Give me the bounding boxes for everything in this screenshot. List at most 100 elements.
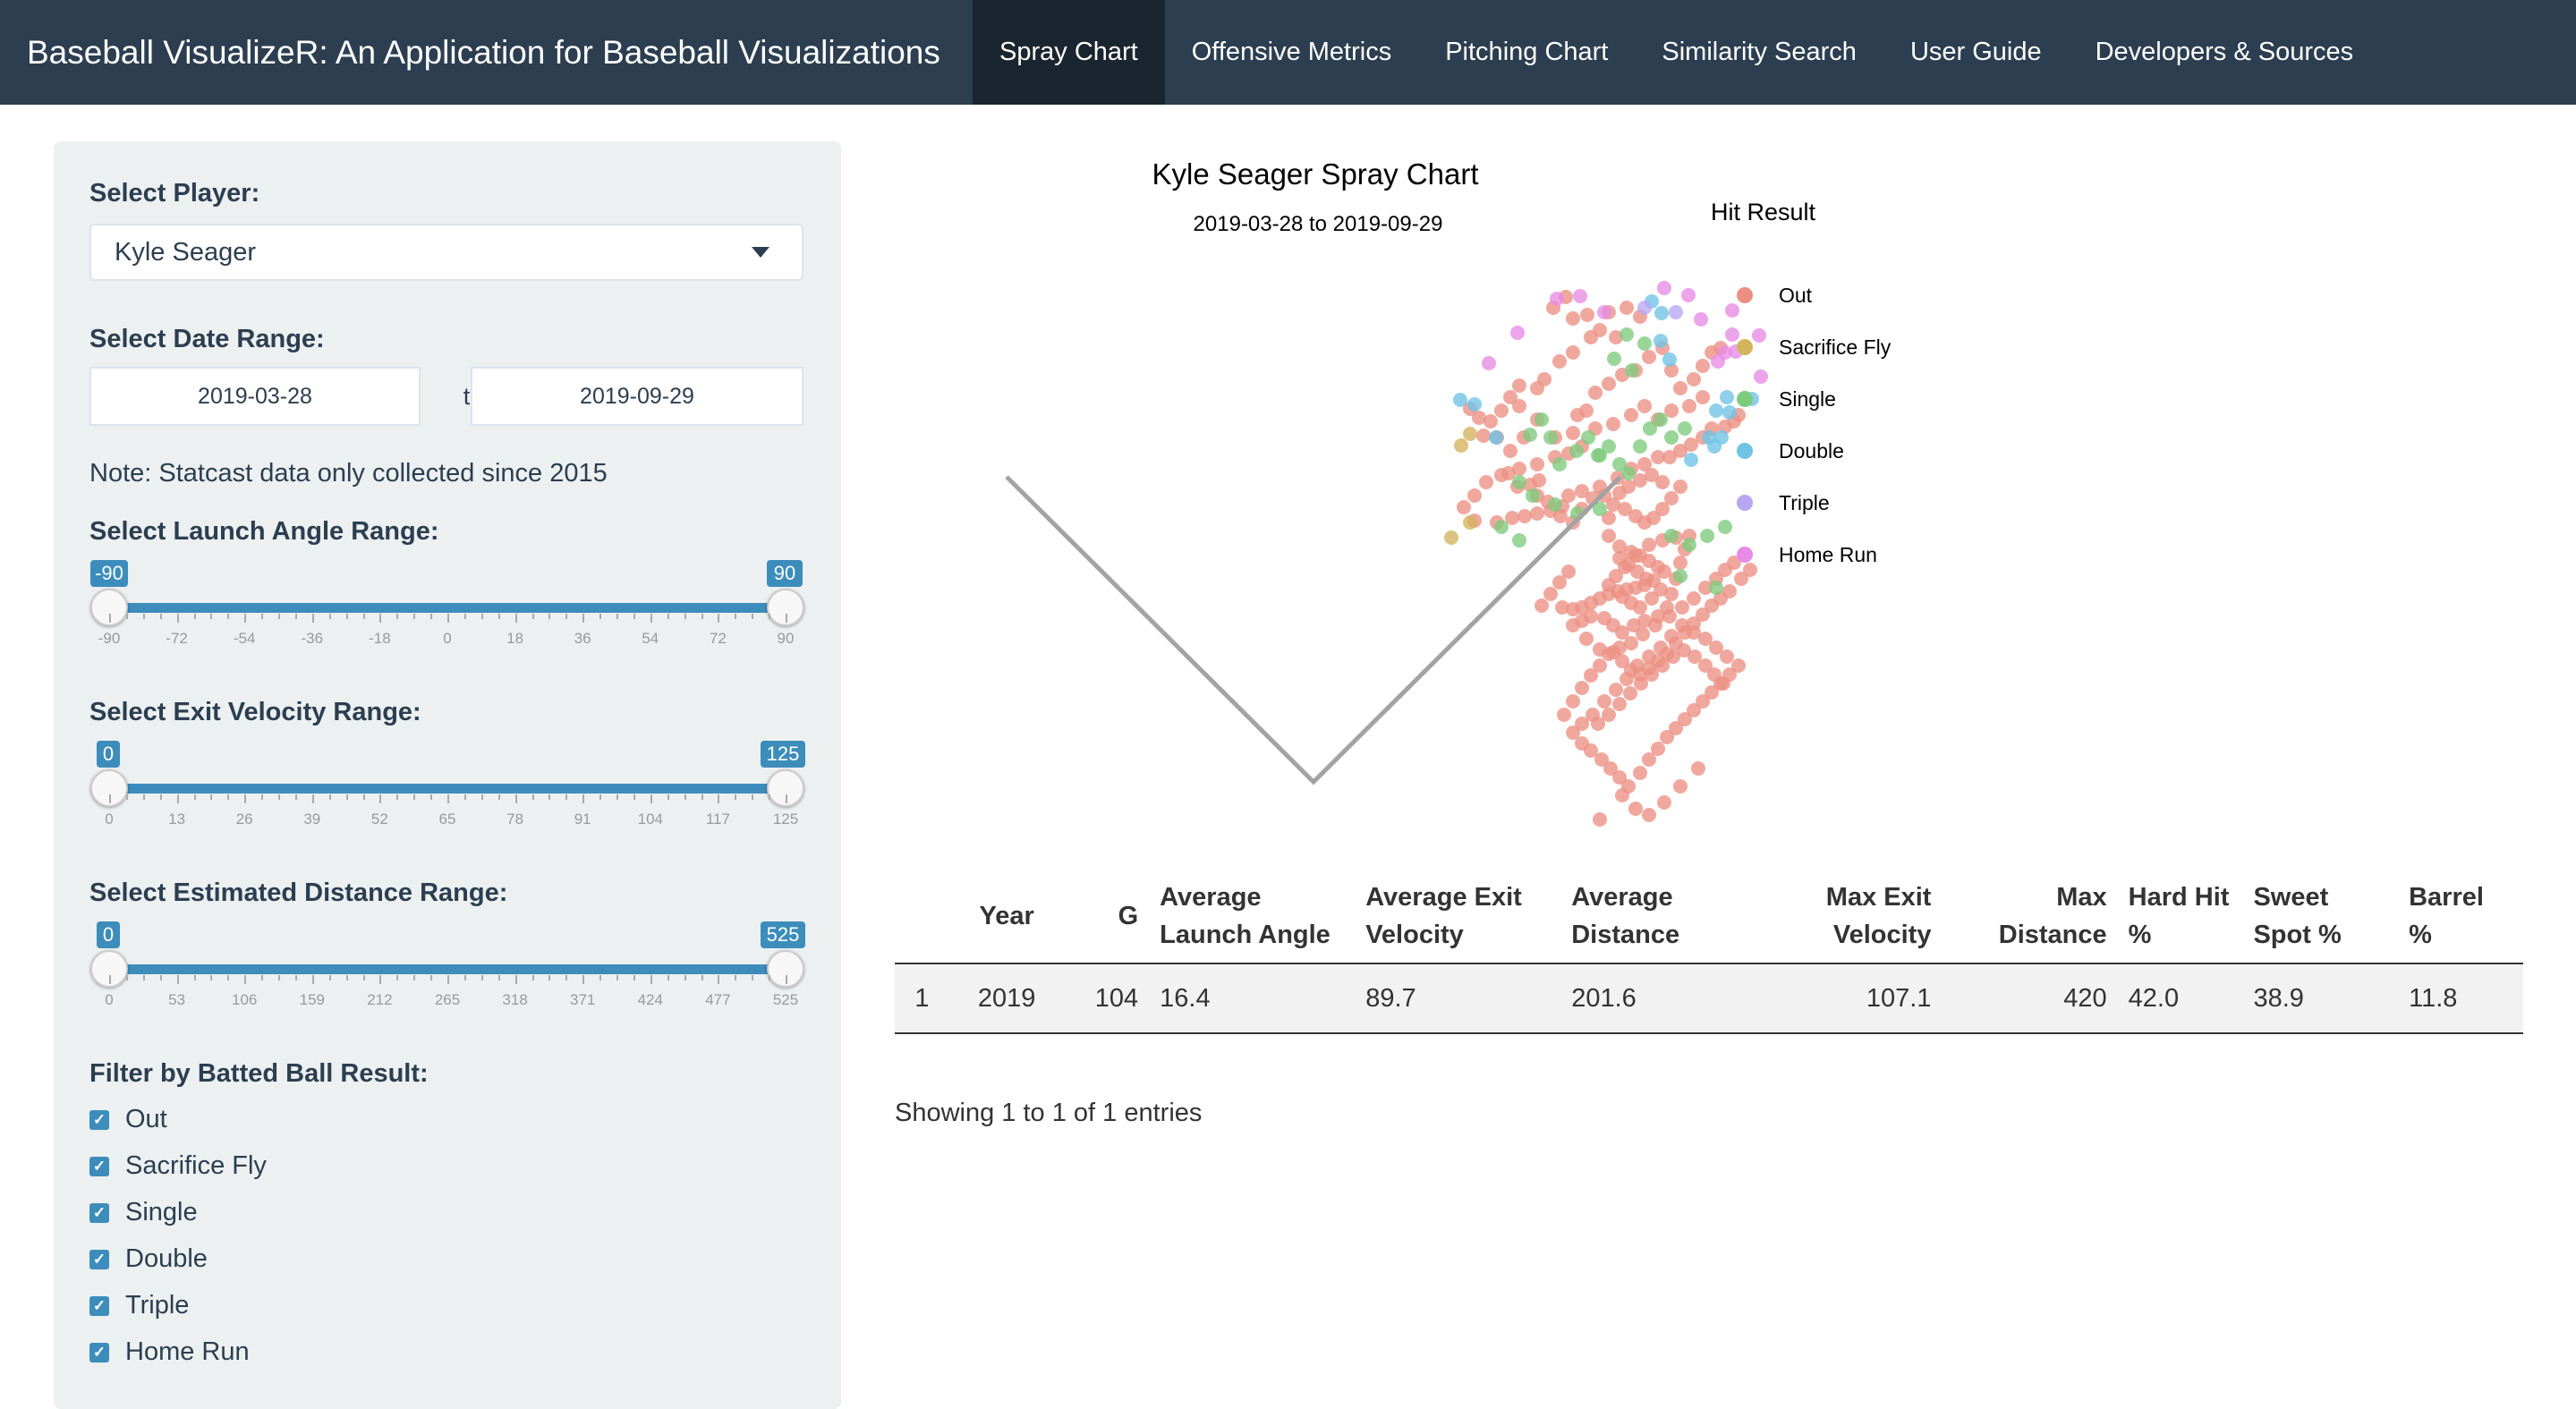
- cell-index: 1: [895, 963, 949, 1034]
- app-title[interactable]: Baseball VisualizeR: An Application for …: [0, 0, 973, 105]
- slider-minor-tick: [701, 975, 703, 980]
- spray-point-out: [1675, 600, 1689, 615]
- spray-point-single: [1682, 538, 1696, 552]
- spray-point-out: [1566, 311, 1580, 326]
- slider-minor-tick: [142, 794, 145, 800]
- checkbox-checked-icon[interactable]: ✓: [89, 1156, 109, 1176]
- filter-home-run[interactable]: ✓ Home Run: [89, 1337, 250, 1367]
- slider-minor-tick: [531, 975, 534, 980]
- chart-title: Kyle Seager Spray Chart: [1152, 157, 1478, 191]
- tab-pitching-chart[interactable]: Pitching Chart: [1418, 0, 1635, 105]
- slider-minor-tick: [227, 794, 230, 800]
- checkbox-checked-icon[interactable]: ✓: [89, 1202, 109, 1223]
- legend-label: Sacrifice Fly: [1779, 335, 1892, 359]
- spray-point-out: [1532, 473, 1546, 488]
- filter-single[interactable]: ✓ Single: [89, 1198, 198, 1227]
- slider-tick: [582, 975, 585, 984]
- col-header-max-exit-velocity[interactable]: Max Exit Velocity: [1766, 870, 1943, 964]
- spray-point-out: [1731, 658, 1746, 673]
- col-header-avg-launch-angle[interactable]: Average Launch Angle: [1149, 870, 1356, 964]
- slider-tick-label: 117: [705, 811, 730, 828]
- slider-minor-tick: [396, 614, 399, 619]
- cell-avg-launch-angle: 16.4: [1149, 963, 1356, 1034]
- distance-slider[interactable]: 0 525 0 53 106 159 212 265 318 371 424 477 525: [54, 880, 841, 1014]
- slider-tick: [718, 614, 720, 623]
- col-header-year[interactable]: Year: [948, 870, 1065, 964]
- checkbox-checked-icon[interactable]: ✓: [89, 1249, 109, 1269]
- spray-point-single: [1700, 529, 1714, 543]
- slider-tick: [718, 794, 720, 803]
- slider-tick: [786, 614, 787, 623]
- slider-tick-label: 54: [642, 630, 659, 647]
- slider-tick: [514, 794, 517, 803]
- cell-sweet-spot: 38.9: [2242, 963, 2399, 1034]
- filter-sacrifice-fly[interactable]: ✓ Sacrifice Fly: [89, 1151, 267, 1181]
- slider-tick: [311, 975, 314, 984]
- legend-marker: [1737, 443, 1753, 459]
- cell-g: 104: [1064, 963, 1150, 1034]
- cell-avg-exit-velocity: 89.7: [1355, 963, 1561, 1034]
- slider-tick-label: 65: [438, 811, 456, 828]
- filter-triple[interactable]: ✓ Triple: [89, 1291, 189, 1320]
- spray-points: [1444, 281, 1768, 827]
- col-header-max-distance[interactable]: Max Distance: [1942, 870, 2118, 964]
- slider-tick-label: 371: [570, 991, 596, 1008]
- spray-point-single: [1548, 497, 1562, 512]
- checkbox-checked-icon[interactable]: ✓: [89, 1342, 109, 1362]
- slider-minor-tick: [193, 794, 196, 800]
- cell-max-exit-velocity: 107.1: [1766, 963, 1943, 1034]
- slider-minor-tick: [497, 975, 500, 980]
- spray-point-out: [1503, 444, 1518, 458]
- slider-minor-tick: [735, 975, 737, 980]
- cell-hard-hit: 42.0: [2117, 963, 2243, 1034]
- chart-subtitle: 2019-03-28 to 2019-09-29: [1194, 212, 1443, 236]
- date-end-input[interactable]: 2019-09-29: [471, 367, 803, 426]
- slider-tick: [176, 975, 179, 984]
- spray-point-out: [1612, 486, 1627, 500]
- tab-user-guide[interactable]: User Guide: [1883, 0, 2069, 105]
- slider-minor-tick: [430, 614, 433, 619]
- col-header-sweet-spot[interactable]: Sweet Spot %: [2242, 870, 2399, 964]
- col-header-barrel[interactable]: Barrel %: [2398, 870, 2523, 964]
- spray-point-single: [1678, 421, 1692, 436]
- checkbox-checked-icon[interactable]: ✓: [89, 1295, 109, 1316]
- legend-marker: [1737, 339, 1753, 355]
- legend-marker: [1737, 287, 1753, 303]
- spray-point-out: [1615, 788, 1629, 802]
- spray-point-out: [1530, 381, 1544, 395]
- spray-point-out: [1682, 399, 1696, 413]
- tab-offensive-metrics[interactable]: Offensive Metrics: [1165, 0, 1418, 105]
- slider-minor-tick: [210, 794, 213, 800]
- tab-developers-sources[interactable]: Developers & Sources: [2069, 0, 2381, 105]
- col-header-avg-distance[interactable]: Average Distance: [1560, 870, 1767, 964]
- slider-tick-label: -72: [166, 630, 188, 647]
- filter-out[interactable]: ✓ Out: [89, 1105, 167, 1134]
- exit-velocity-slider[interactable]: 0 125 0 13 26 39 52 65 78 91 104 117 125: [54, 700, 841, 834]
- slider-tick-label: -36: [301, 630, 324, 647]
- spray-point-single: [1718, 520, 1732, 534]
- slider-tick: [109, 975, 111, 984]
- slider-tick: [514, 614, 517, 623]
- col-header-avg-exit-velocity[interactable]: Average Exit Velocity: [1355, 870, 1561, 964]
- tab-spray-chart[interactable]: Spray Chart: [973, 0, 1165, 105]
- spray-point-double: [1722, 405, 1737, 420]
- slider-tick-label: 125: [772, 811, 799, 828]
- tab-similarity-search[interactable]: Similarity Search: [1635, 0, 1883, 105]
- launch-angle-slider[interactable]: -90 90 -90 -72 -54 -36 -18 0 18 36 54 72 90: [54, 519, 841, 653]
- spray-point-out: [1512, 378, 1526, 393]
- checkbox-checked-icon[interactable]: ✓: [89, 1109, 109, 1130]
- spray-point-out: [1566, 618, 1580, 632]
- spray-point-single: [1494, 520, 1509, 534]
- col-header-g[interactable]: G: [1064, 870, 1150, 964]
- spray-point-single: [1621, 466, 1636, 480]
- col-header-hard-hit[interactable]: Hard Hit %: [2117, 870, 2243, 964]
- slider-minor-tick: [396, 975, 399, 980]
- col-header-index[interactable]: [895, 870, 949, 964]
- player-select[interactable]: Kyle Seager: [89, 224, 803, 281]
- filter-double[interactable]: ✓ Double: [89, 1244, 208, 1274]
- cell-barrel: 11.8: [2398, 963, 2523, 1034]
- slider-minor-tick: [227, 614, 230, 619]
- date-start-input[interactable]: 2019-03-28: [89, 367, 421, 426]
- slider-minor-tick: [278, 975, 280, 980]
- slider-minor-tick: [125, 794, 128, 800]
